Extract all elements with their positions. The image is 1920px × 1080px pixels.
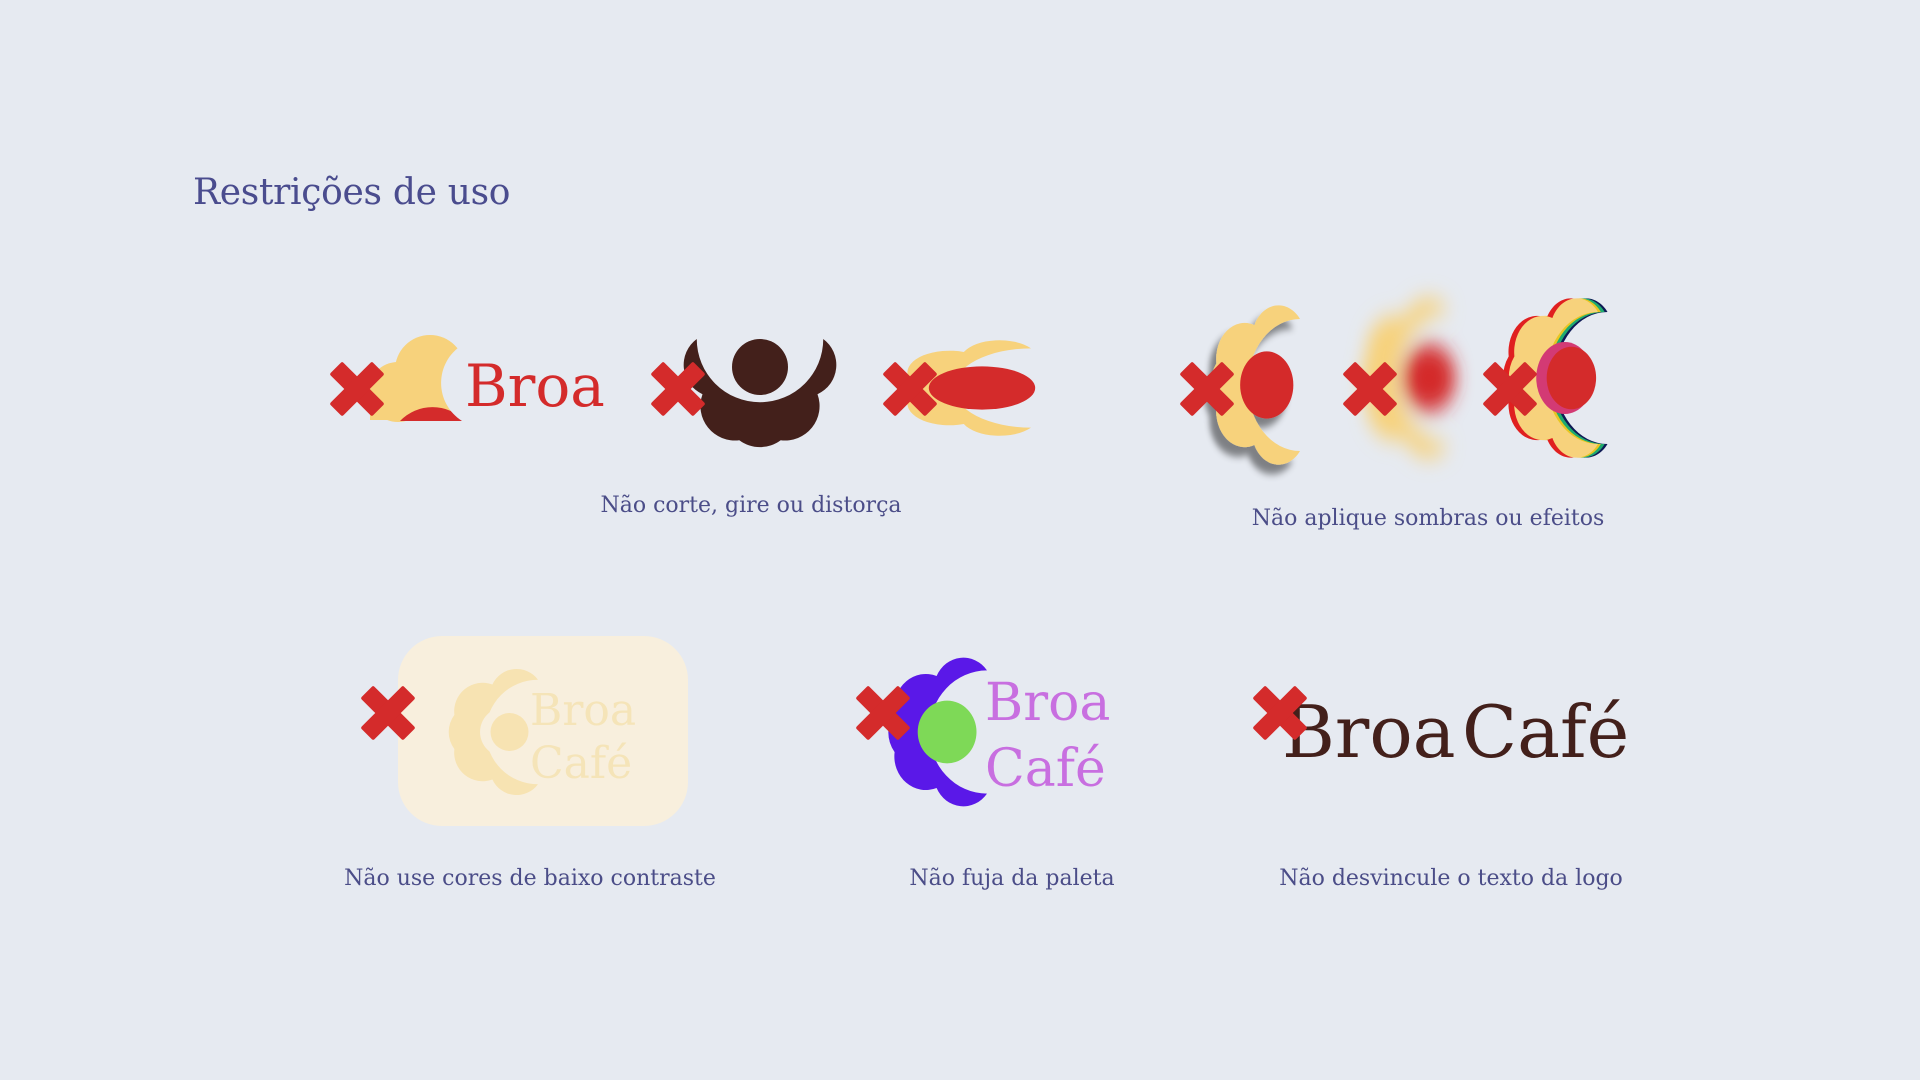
wordmark-separate-cafe: Café: [1462, 690, 1629, 774]
example-cropped-logo: Broa: [329, 335, 605, 422]
wordmark-broa: Broa: [985, 673, 1110, 733]
example-blur-logo: [1342, 298, 1456, 458]
example-off-palette-logo: Broa Café: [855, 657, 1110, 807]
example-distorted-logo: [882, 340, 1036, 436]
caption-crop: Não corte, gire ou distorça: [600, 493, 902, 518]
caption-palette: Não fuja da paleta: [909, 866, 1115, 891]
caption-contrast: Não use cores de baixo contraste: [344, 866, 716, 891]
wordmark-broa: Broa: [465, 352, 605, 420]
example-rotated-logo: [650, 332, 837, 448]
example-low-contrast-logo: Broa Café: [360, 636, 688, 826]
wordmark-broa: Broa: [530, 685, 636, 736]
examples-canvas: Broa Broa Café Broa Café Broa Café: [329, 298, 1629, 826]
wordmark-cafe: Café: [530, 738, 632, 789]
example-shadow-logo: [1179, 305, 1300, 465]
example-rainbow-logo: [1482, 298, 1608, 458]
example-unlinked-text: Broa Café: [1252, 685, 1629, 774]
wordmark-separate-broa: Broa: [1282, 690, 1456, 774]
caption-effects: Não aplique sombras ou efeitos: [1251, 506, 1605, 531]
caption-unlink: Não desvincule o texto da logo: [1279, 866, 1623, 891]
wordmark-cafe: Café: [985, 739, 1106, 799]
